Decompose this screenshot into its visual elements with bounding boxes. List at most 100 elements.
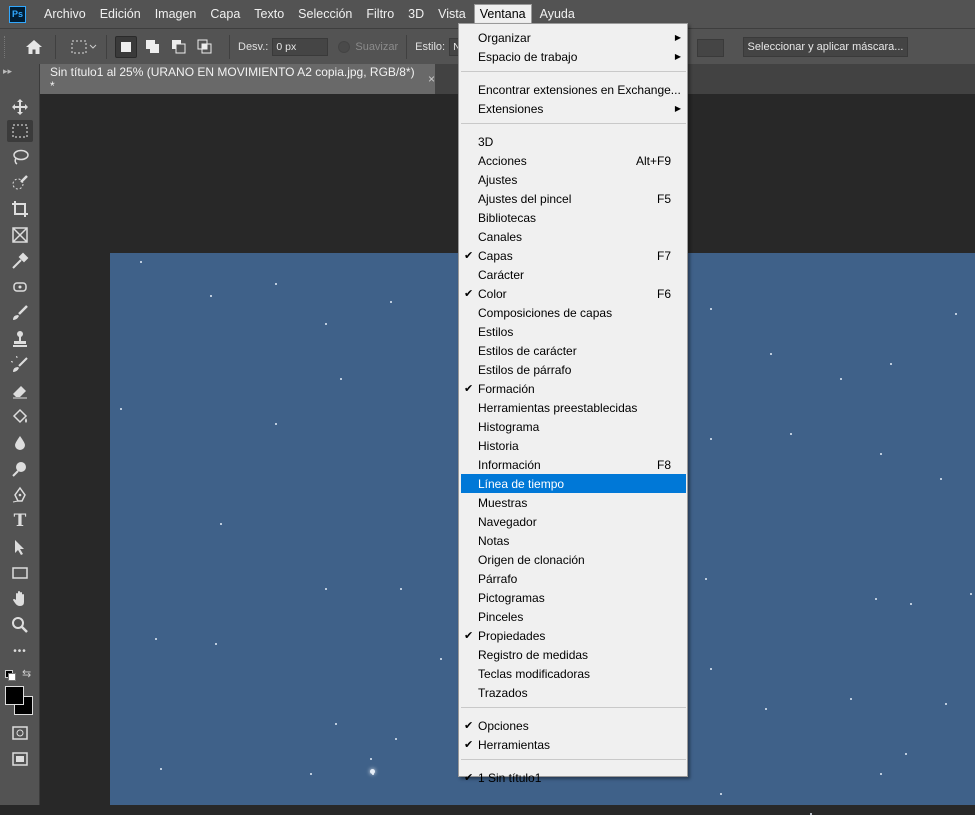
history-brush-tool[interactable] — [7, 354, 33, 376]
star — [765, 708, 767, 710]
pen-tool[interactable] — [7, 484, 33, 506]
menu-3d[interactable]: 3D — [402, 4, 430, 24]
menu-vista[interactable]: Vista — [432, 4, 472, 24]
document-tab[interactable]: Sin título1 al 25% (URANO EN MOVIMIENTO … — [40, 64, 435, 94]
eyedropper-tool[interactable] — [7, 250, 33, 272]
intersect-selection-button[interactable] — [195, 37, 215, 57]
foreground-color-swatch[interactable] — [5, 686, 24, 705]
blur-tool[interactable] — [7, 432, 33, 454]
menu-item-composiciones-de-capas[interactable]: Composiciones de capas — [461, 303, 686, 322]
menu-item-registro-de-medidas[interactable]: Registro de medidas — [461, 645, 686, 664]
select-and-mask-button[interactable]: Seleccionar y aplicar máscara... — [743, 37, 908, 57]
menu-item-formacion[interactable]: ✔ Formación — [461, 379, 686, 398]
path-selection-tool[interactable] — [7, 536, 33, 558]
rectangle-tool[interactable] — [7, 562, 33, 584]
menu-capa[interactable]: Capa — [204, 4, 246, 24]
menu-item-bibliotecas[interactable]: Bibliotecas — [461, 208, 686, 227]
anti-alias-checkbox[interactable] — [338, 40, 351, 53]
menu-item-linea-de-tiempo[interactable]: Línea de tiempo — [461, 474, 686, 493]
menu-ventana[interactable]: Ventana — [473, 4, 532, 24]
bandage-icon — [13, 282, 27, 292]
zoom-tool[interactable] — [7, 614, 33, 636]
close-tab-icon[interactable]: × — [428, 72, 435, 86]
default-colors-icon[interactable] — [5, 670, 16, 681]
spot-healing-tool[interactable] — [7, 276, 33, 298]
screen-mode-button[interactable] — [7, 748, 33, 770]
move-tool[interactable] — [7, 96, 33, 118]
quick-mask-button[interactable] — [7, 722, 33, 744]
menu-edicion[interactable]: Edición — [94, 4, 147, 24]
menu-item-extensiones[interactable]: Extensiones ▶ — [461, 99, 686, 118]
menu-item-pinceles[interactable]: Pinceles — [461, 607, 686, 626]
new-selection-button[interactable] — [115, 35, 137, 58]
menu-item-herramientas[interactable]: ✔ Herramientas — [461, 735, 686, 754]
star — [140, 261, 142, 263]
menu-archivo[interactable]: Archivo — [38, 4, 92, 24]
paint-bucket-tool[interactable] — [7, 406, 33, 428]
hand-tool[interactable] — [7, 588, 33, 610]
menu-imagen[interactable]: Imagen — [149, 4, 203, 24]
more-tools-button[interactable]: ••• — [7, 640, 33, 662]
menu-item-historia[interactable]: Historia — [461, 436, 686, 455]
menu-filtro[interactable]: Filtro — [360, 4, 400, 24]
menu-item-estilos-de-parrafo[interactable]: Estilos de párrafo — [461, 360, 686, 379]
menu-item-pictogramas[interactable]: Pictogramas — [461, 588, 686, 607]
menu-item-estilos-de-caracter[interactable]: Estilos de carácter — [461, 341, 686, 360]
menu-item-1-sin-titulo1[interactable]: ✔ 1 Sin título1 — [461, 768, 686, 787]
star — [970, 593, 972, 595]
subtract-selection-button[interactable] — [169, 37, 189, 57]
brush-tool[interactable] — [7, 302, 33, 324]
menu-item-espacio-de-trabajo[interactable]: Espacio de trabajo ▶ — [461, 47, 686, 66]
menu-ayuda[interactable]: Ayuda — [534, 4, 581, 24]
add-selection-icon — [146, 39, 159, 53]
bright-star — [370, 769, 375, 774]
menu-item-caracter[interactable]: Carácter — [461, 265, 686, 284]
lasso-tool[interactable] — [7, 146, 33, 168]
menu-item-propiedades[interactable]: ✔ Propiedades — [461, 626, 686, 645]
options-bar-grip[interactable] — [4, 35, 9, 58]
menu-item-ajustes-del-pincel[interactable]: Ajustes del pincel F5 — [461, 189, 686, 208]
menu-item-parrafo[interactable]: Párrafo — [461, 569, 686, 588]
menu-item-canales[interactable]: Canales — [461, 227, 686, 246]
feather-input[interactable]: 0 px — [272, 37, 329, 56]
menu-item-histograma[interactable]: Histograma — [461, 417, 686, 436]
clone-stamp-tool[interactable] — [7, 328, 33, 350]
menu-item-teclas-modificadoras[interactable]: Teclas modificadoras — [461, 664, 686, 683]
menu-item-muestras[interactable]: Muestras — [461, 493, 686, 512]
menu-item-notas[interactable]: Notas — [461, 531, 686, 550]
quick-selection-tool[interactable] — [7, 172, 33, 194]
menu-item-trazados[interactable]: Trazados — [461, 683, 686, 702]
menu-item-opciones[interactable]: ✔ Opciones — [461, 716, 686, 735]
menu-item-encontrar-extensiones-en-exchange[interactable]: Encontrar extensiones en Exchange... — [461, 80, 686, 99]
eraser-tool[interactable] — [7, 380, 33, 402]
menu-texto[interactable]: Texto — [248, 4, 290, 24]
tool-preset-picker[interactable] — [70, 39, 98, 55]
subtract-selection-icon — [172, 39, 186, 53]
add-selection-button[interactable] — [143, 37, 163, 57]
photoshop-logo[interactable]: Ps — [9, 5, 26, 23]
menu-item-estilos[interactable]: Estilos — [461, 322, 686, 341]
menu-item-color[interactable]: ✔ Color F6 — [461, 284, 686, 303]
star — [325, 588, 327, 590]
collapse-panel-icon[interactable]: ▸▸ — [3, 66, 12, 77]
menu-item-organizar[interactable]: Organizar ▶ — [461, 28, 686, 47]
swap-colors-icon[interactable]: ⇆ — [22, 667, 31, 680]
height-input[interactable] — [697, 39, 724, 57]
dodge-tool[interactable] — [7, 458, 33, 480]
menu-item-label: Espacio de trabajo — [478, 49, 578, 64]
menu-item-herramientas-preestablecidas[interactable]: Herramientas preestablecidas — [461, 398, 686, 417]
menu-item-acciones[interactable]: Acciones Alt+F9 — [461, 151, 686, 170]
menu-item-informacion[interactable]: Información F8 — [461, 455, 686, 474]
menu-item-origen-de-clonacion[interactable]: Origen de clonación — [461, 550, 686, 569]
marquee-tool[interactable] — [7, 120, 33, 142]
frame-tool[interactable] — [7, 224, 33, 246]
menu-item-capas[interactable]: ✔ Capas F7 — [461, 246, 686, 265]
home-button[interactable] — [21, 36, 47, 58]
crop-tool[interactable] — [7, 198, 33, 220]
menu-item-ajustes[interactable]: Ajustes — [461, 170, 686, 189]
type-tool[interactable]: T — [7, 510, 33, 532]
menu-seleccion[interactable]: Selección — [292, 4, 358, 24]
star — [440, 658, 442, 660]
menu-item-3d[interactable]: 3D — [461, 132, 686, 151]
menu-item-navegador[interactable]: Navegador — [461, 512, 686, 531]
